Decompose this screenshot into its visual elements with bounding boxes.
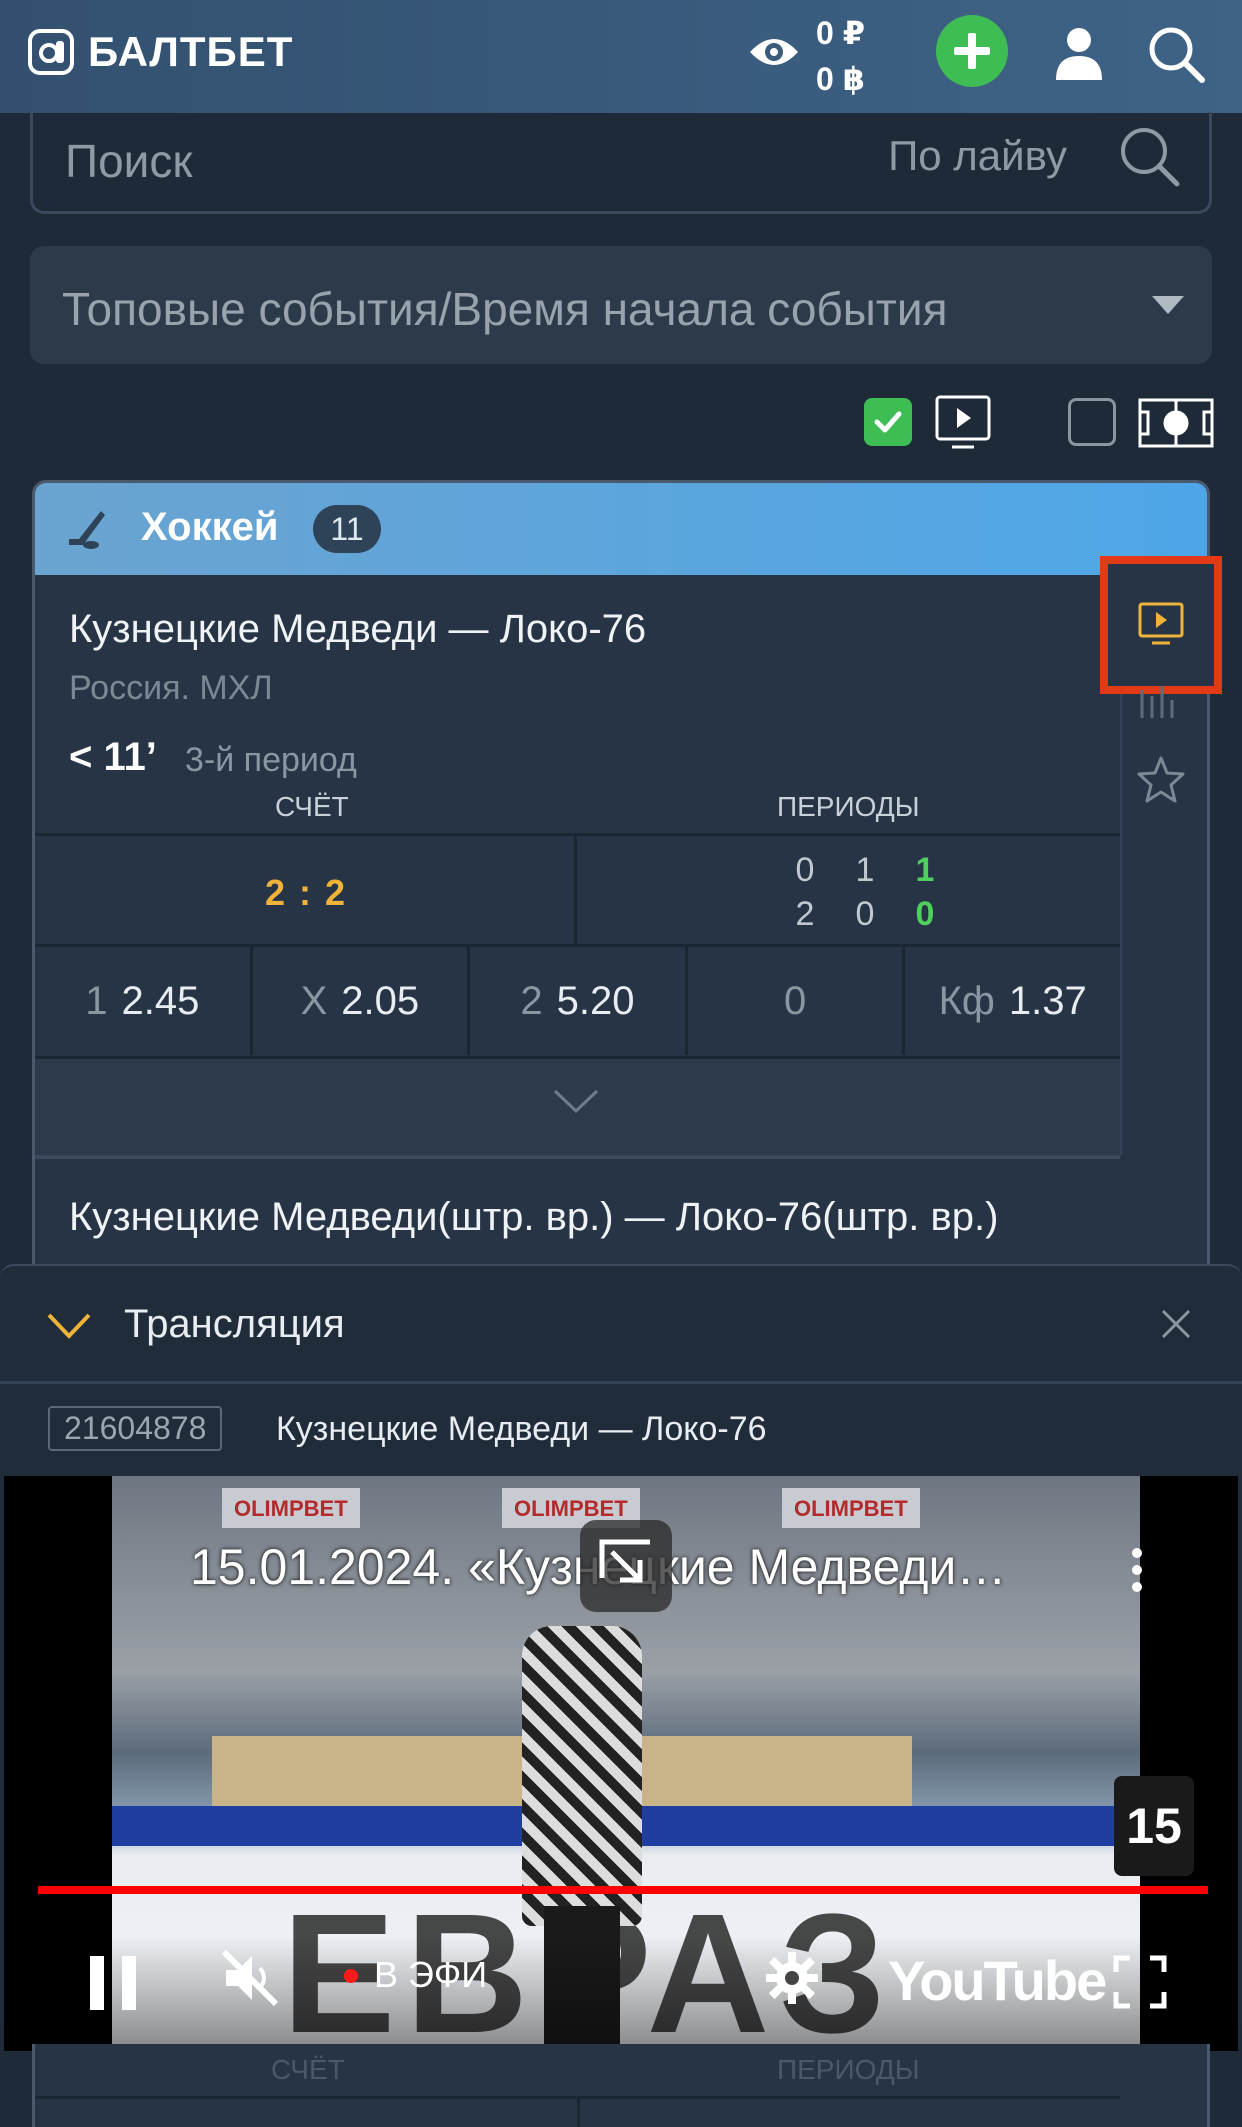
live-label: В ЭФИ	[374, 1954, 488, 1995]
score-label: СЧЁТ	[275, 791, 349, 822]
search-icon[interactable]	[1117, 124, 1181, 188]
odd-value: 2.05	[341, 978, 420, 1023]
fullscreen-icon[interactable]	[1112, 1954, 1168, 2010]
ad-board: OLIMPBET	[222, 1488, 360, 1528]
event-count-badge: 11	[313, 505, 381, 553]
tv-play-icon	[1138, 602, 1184, 645]
more-vertical-icon[interactable]	[1130, 1546, 1144, 1594]
period-cell: 1	[855, 851, 875, 889]
ad-board: OLIMPBET	[782, 1488, 920, 1528]
score-value: 2 : 2	[264, 872, 348, 913]
live-search-input[interactable]: Поиск По лайву	[30, 112, 1212, 214]
event-row[interactable]: Кузнецкие Медведи — Локо-76 Россия. МХЛ …	[35, 575, 1120, 1155]
broadcast-match: Кузнецкие Медведи — Локо-76	[276, 1410, 767, 1448]
star-icon[interactable]	[1136, 755, 1186, 805]
score-row: 2 : 2 0 1 1 2 0 0	[35, 833, 1120, 947]
broadcast-sheet: Трансляция 21604878 Кузнецкие Медведи — …	[0, 1264, 1242, 2051]
tv-play-icon	[935, 395, 991, 449]
odd-draw-button[interactable]: X 2.05	[253, 947, 471, 1055]
odd-coef-button[interactable]: Кф 1.37	[905, 947, 1120, 1055]
broadcast-info: 21604878 Кузнецкие Медведи — Локо-76	[0, 1384, 1242, 1476]
odd-value: 1.37	[1008, 978, 1087, 1023]
odd-key: 1	[85, 978, 108, 1023]
broadcast-title: Трансляция	[124, 1302, 345, 1346]
video-player[interactable]: OLIMPBET OLIMPBET OLIMPBET ЕВРАЗ 15 15.0…	[4, 1476, 1238, 2051]
odd-value: 5.20	[556, 978, 635, 1023]
period-cell: 2	[795, 895, 815, 933]
event-id-badge: 21604878	[48, 1406, 223, 1451]
pip-icon	[599, 1539, 650, 1583]
odd-total-button[interactable]: 0	[688, 947, 906, 1055]
video-progress-bar[interactable]	[38, 1886, 1208, 1894]
event-period: 3-й период	[185, 741, 357, 779]
hockey-stick-icon	[69, 511, 105, 549]
check-icon	[874, 411, 902, 433]
search-scope: По лайву	[888, 132, 1067, 179]
period-cell-current: 1	[915, 851, 935, 889]
chevron-down-icon[interactable]	[46, 1312, 92, 1340]
odds-row: 1 2.45 X 2.05 2 5.20 0 Кф 1.37	[35, 947, 1120, 1059]
search-placeholder: Поиск	[65, 135, 193, 187]
pause-button[interactable]	[90, 1956, 136, 2010]
user-icon[interactable]	[1054, 26, 1104, 80]
event-title: Кузнецкие Медведи — Локо-76	[69, 607, 647, 651]
broadcast-header[interactable]: Трансляция	[0, 1266, 1242, 1384]
chevron-down-icon	[553, 1089, 599, 1114]
sort-filter-value: Топовые события/Время начала события	[62, 283, 948, 335]
field-icon	[1138, 398, 1214, 448]
field-filter-checkbox[interactable]	[1068, 398, 1116, 446]
referee	[522, 1626, 642, 1926]
periods-grid: 0 1 1 2 0 0	[775, 848, 955, 936]
odd-away-button[interactable]: 2 5.20	[470, 947, 688, 1055]
period-cell-current: 0	[915, 895, 935, 933]
odd-key: 2	[520, 978, 543, 1023]
odd-value: 2.45	[121, 978, 200, 1023]
score-label: СЧЁТ	[271, 2054, 345, 2085]
eye-icon[interactable]	[748, 32, 800, 72]
odd-key: Кф	[938, 978, 995, 1023]
brand-name: БАЛТБЕТ	[88, 28, 294, 75]
gear-icon[interactable]	[764, 1950, 820, 2006]
period-cell: 0	[855, 895, 875, 933]
sport-header[interactable]: Хоккей 11	[35, 483, 1207, 575]
video-filter-checkbox[interactable]	[864, 398, 912, 446]
odd-value: 0	[783, 978, 807, 1023]
youtube-logo[interactable]: YouTube	[888, 1948, 1107, 2013]
event-league: Россия. МХЛ	[69, 669, 273, 707]
sort-filter-select[interactable]: Топовые события/Время начала события	[30, 246, 1212, 364]
pip-button[interactable]	[580, 1520, 672, 1612]
event-title: Кузнецкие Медведи(штр. вр.) — Локо-76(шт…	[69, 1195, 999, 1239]
balance-bonus: 0 ฿	[816, 61, 865, 97]
sport-name: Хоккей	[141, 505, 279, 549]
close-icon[interactable]	[1160, 1308, 1192, 1340]
deposit-button[interactable]	[936, 15, 1008, 87]
divider	[577, 2096, 580, 2127]
search-icon[interactable]	[1146, 24, 1206, 84]
live-dot	[344, 1969, 358, 1983]
expand-markets-button[interactable]	[35, 1059, 1120, 1155]
logo-icon	[28, 29, 74, 75]
chevron-down-icon	[1152, 296, 1184, 314]
period-cell: 0	[795, 851, 815, 889]
balance[interactable]: 0 ₽ 0 ฿	[816, 10, 865, 102]
stats-icon[interactable]	[1138, 680, 1178, 720]
league-badge: 15	[1114, 1776, 1194, 1876]
periods-label: ПЕРИОДЫ	[777, 791, 920, 822]
odd-key: X	[300, 978, 328, 1023]
periods-home-row: 0 1 1	[775, 848, 955, 892]
event-time: < 11’	[69, 735, 157, 779]
odd-home-button[interactable]: 1 2.45	[35, 947, 253, 1055]
brand-logo[interactable]: БАЛТБЕТ	[28, 28, 293, 76]
periods-away-row: 2 0 0	[775, 892, 955, 936]
event-row-partial: СЧЁТ ПЕРИОДЫ	[32, 2044, 1210, 2127]
balance-rub: 0 ₽	[816, 15, 865, 51]
score-cell: 2 : 2	[35, 836, 577, 944]
broadcast-button[interactable]	[1100, 556, 1222, 694]
app-header: БАЛТБЕТ 0 ₽ 0 ฿	[0, 0, 1242, 113]
periods-label: ПЕРИОДЫ	[777, 2054, 920, 2085]
muted-icon[interactable]	[218, 1946, 282, 2010]
